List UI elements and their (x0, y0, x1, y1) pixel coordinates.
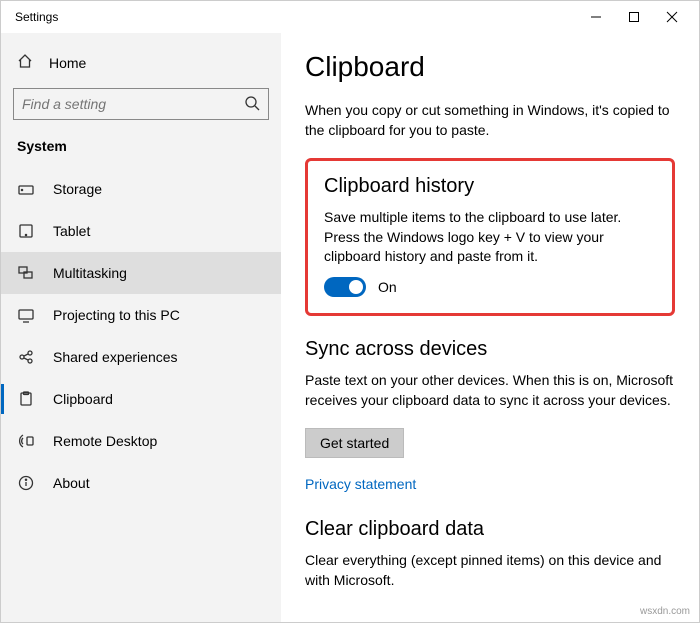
settings-window: Settings Home (0, 0, 700, 623)
history-toggle-row: On (324, 277, 656, 297)
category-label: System (1, 130, 281, 168)
page-intro: When you copy or cut something in Window… (305, 101, 675, 140)
page-title: Clipboard (305, 51, 675, 83)
sidebar-item-label: Shared experiences (53, 349, 178, 365)
sidebar-item-label: Tablet (53, 223, 90, 239)
clear-desc: Clear everything (except pinned items) o… (305, 551, 675, 590)
privacy-link[interactable]: Privacy statement (305, 476, 416, 492)
search-input[interactable] (22, 96, 244, 112)
watermark: wsxdn.com (640, 606, 690, 617)
sidebar-item-multitasking[interactable]: Multitasking (1, 252, 281, 294)
sidebar-item-storage[interactable]: Storage (1, 168, 281, 210)
sync-title: Sync across devices (305, 338, 675, 361)
sidebar-item-remote[interactable]: Remote Desktop (1, 420, 281, 462)
history-toggle-label: On (378, 279, 397, 295)
sidebar-item-label: Clipboard (53, 391, 113, 407)
sidebar-item-tablet[interactable]: Tablet (1, 210, 281, 252)
sidebar-item-about[interactable]: About (1, 462, 281, 504)
tablet-icon (17, 222, 35, 240)
search-icon (244, 95, 260, 114)
history-toggle[interactable] (324, 277, 366, 297)
search-box[interactable] (13, 88, 269, 120)
titlebar: Settings (1, 1, 699, 33)
home-label: Home (49, 55, 86, 71)
sidebar: Home System Storage (1, 33, 281, 622)
nav-list: Storage Tablet Multitasking (1, 168, 281, 504)
sidebar-item-label: Projecting to this PC (53, 307, 180, 323)
home-nav[interactable]: Home (1, 43, 281, 82)
history-desc: Save multiple items to the clipboard to … (324, 208, 656, 267)
history-title: Clipboard history (324, 175, 656, 198)
projecting-icon (17, 306, 35, 324)
sync-desc: Paste text on your other devices. When t… (305, 371, 675, 410)
sidebar-item-clipboard[interactable]: Clipboard (1, 378, 281, 420)
multitasking-icon (17, 264, 35, 282)
sidebar-item-projecting[interactable]: Projecting to this PC (1, 294, 281, 336)
window-controls (577, 1, 691, 33)
home-icon (17, 53, 33, 72)
sidebar-item-label: About (53, 475, 90, 491)
share-icon (17, 348, 35, 366)
clipboard-history-section: Clipboard history Save multiple items to… (305, 158, 675, 316)
close-button[interactable] (653, 1, 691, 33)
content-pane: Clipboard When you copy or cut something… (281, 33, 699, 622)
remote-icon (17, 432, 35, 450)
sidebar-item-label: Multitasking (53, 265, 127, 281)
clipboard-icon (17, 390, 35, 408)
sidebar-item-label: Remote Desktop (53, 433, 157, 449)
toggle-knob (349, 280, 363, 294)
search-wrap (1, 82, 281, 130)
maximize-button[interactable] (615, 1, 653, 33)
window-title: Settings (9, 10, 58, 24)
get-started-button[interactable]: Get started (305, 428, 404, 458)
storage-icon (17, 180, 35, 198)
sidebar-item-shared[interactable]: Shared experiences (1, 336, 281, 378)
window-body: Home System Storage (1, 33, 699, 622)
info-icon (17, 474, 35, 492)
clear-title: Clear clipboard data (305, 518, 675, 541)
minimize-button[interactable] (577, 1, 615, 33)
sidebar-item-label: Storage (53, 181, 102, 197)
